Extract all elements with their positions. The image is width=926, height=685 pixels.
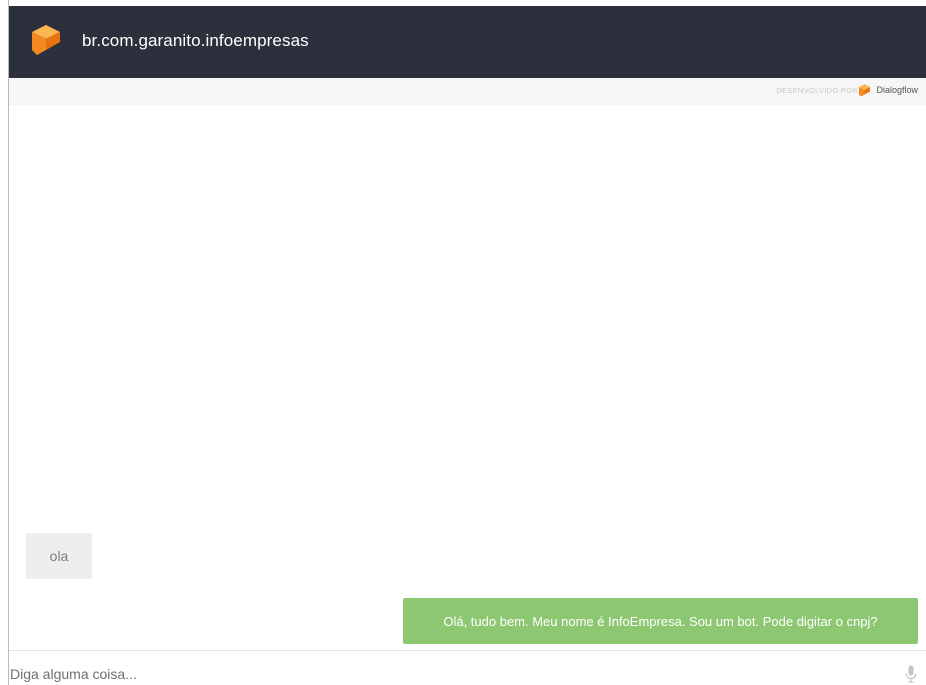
dialogflow-brand[interactable]: Dialogflow xyxy=(876,85,918,95)
powered-by-bar: DESENVOLVIDO POR Dialogflow xyxy=(9,78,926,105)
cube-icon xyxy=(32,25,60,55)
chat-window: br.com.garanito.infoempresas DESENVOLVID… xyxy=(0,0,926,685)
microphone-icon[interactable] xyxy=(905,665,917,683)
dialogflow-logo-icon xyxy=(859,84,870,97)
user-message: ola xyxy=(26,533,92,579)
bot-message: Olá, tudo bem. Meu nome é InfoEmpresa. S… xyxy=(403,598,918,644)
conversation-area: ola Olá, tudo bem. Meu nome é InfoEmpres… xyxy=(9,105,926,650)
message-input[interactable] xyxy=(9,651,889,685)
app-title: br.com.garanito.infoempresas xyxy=(82,31,309,50)
app-header: br.com.garanito.infoempresas xyxy=(9,6,926,78)
powered-by-label: DESENVOLVIDO POR xyxy=(776,86,858,95)
input-bar xyxy=(9,651,926,685)
